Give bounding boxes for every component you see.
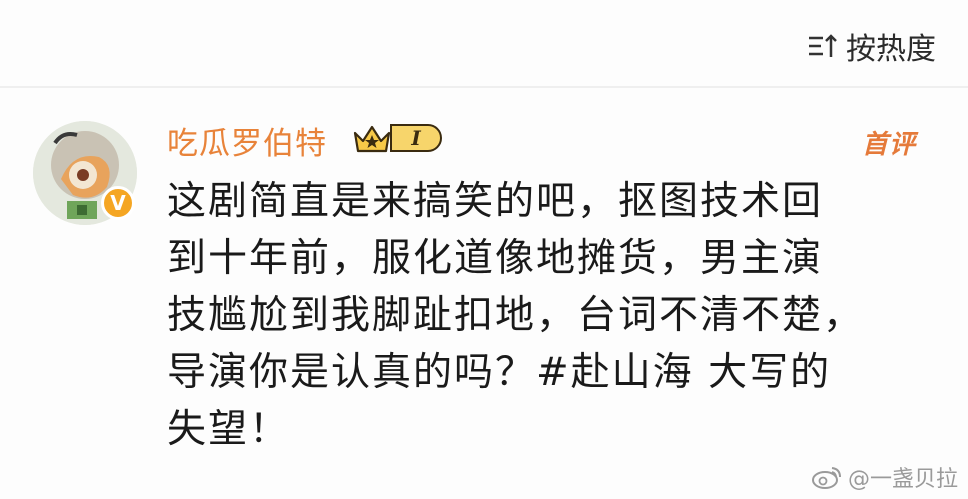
first-comment-tag: 首评 <box>861 130 916 160</box>
sort-icon <box>809 34 837 57</box>
username[interactable]: 吃瓜罗伯特 <box>167 118 327 163</box>
comment-line: 技尴尬到我脚趾扣地，台词不清不楚， <box>167 293 865 338</box>
verified-badge: V <box>101 186 135 220</box>
watermark-text: @一盏贝拉 <box>847 467 958 492</box>
comment-line: 这剧简直是来搞笑的吧，抠图技术回 <box>167 179 824 224</box>
level-label: I <box>390 124 442 152</box>
comment-line: 到十年前，服化道像地摊货，男主演 <box>167 236 824 281</box>
crown-icon <box>352 121 392 155</box>
comment-line: 导演你是认真的吗？#赴山海 大写的 <box>167 350 832 395</box>
weibo-icon <box>811 467 841 489</box>
comment-body: 这剧简直是来搞笑的吧，抠图技术回 到十年前，服化道像地摊货，男主演 技尴尬到我脚… <box>167 173 947 458</box>
user-level-badge: I <box>352 120 442 156</box>
divider <box>0 86 968 88</box>
sort-label: 按热度 <box>846 32 936 67</box>
watermark: @一盏贝拉 <box>810 461 958 493</box>
comment-line: 失望！ <box>167 407 291 452</box>
comment-screenshot: 按热度 V 吃瓜罗伯特 I 首评 这剧简直是来搞笑的吧，抠图技术回 到十年前，服… <box>0 0 968 499</box>
sort-by-hot-button[interactable]: 按热度 <box>806 24 936 68</box>
